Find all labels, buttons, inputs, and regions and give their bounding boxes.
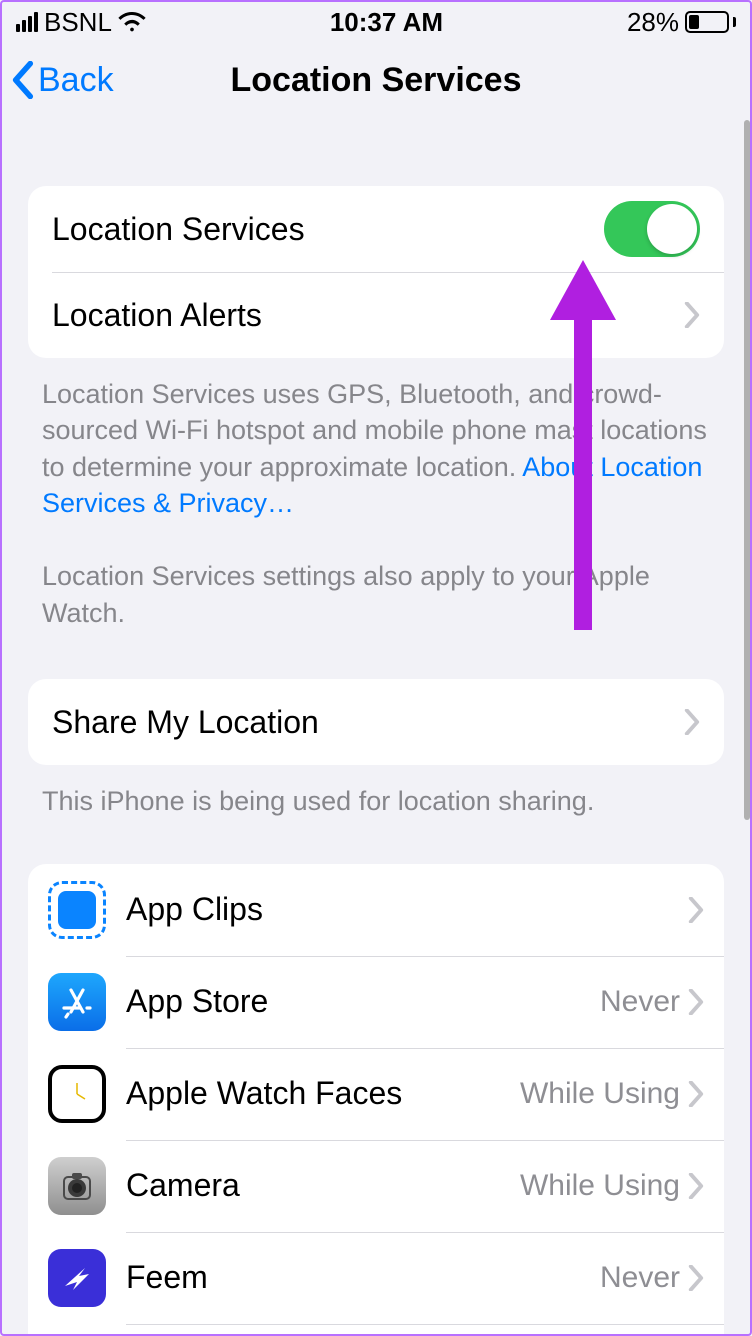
chevron-right-icon	[688, 989, 704, 1015]
wifi-icon	[118, 11, 146, 33]
app-name-label: App Store	[126, 983, 600, 1020]
scroll-indicator[interactable]	[744, 120, 750, 820]
location-services-label: Location Services	[52, 211, 604, 248]
carrier-label: BSNL	[44, 7, 112, 38]
chevron-right-icon	[684, 709, 700, 735]
app-name-label: App Clips	[126, 891, 680, 928]
chevron-right-icon	[688, 897, 704, 923]
app-row-camera[interactable]: Camera While Using	[28, 1140, 724, 1232]
app-permission-value: When Shared	[497, 1324, 680, 1336]
settings-group-share: Share My Location	[28, 679, 724, 765]
nav-bar: Back Location Services	[0, 44, 752, 116]
app-list-group: App Clips App Store Never Apple Watch Fa…	[28, 864, 724, 1336]
app-row-app-clips[interactable]: App Clips	[28, 864, 724, 956]
clock: 10:37 AM	[330, 7, 443, 38]
battery-icon	[685, 11, 736, 33]
settings-group-main: Location Services Location Alerts	[28, 186, 724, 358]
feem-icon	[48, 1249, 106, 1307]
app-row-gboard[interactable]: Gboard When Shared	[28, 1324, 724, 1336]
app-row-watch-faces[interactable]: Apple Watch Faces While Using	[28, 1048, 724, 1140]
battery-percentage: 28%	[627, 7, 679, 38]
share-footer: This iPhone is being used for location s…	[0, 765, 752, 827]
app-permission-value: While Using	[520, 1169, 680, 1203]
app-row-app-store[interactable]: App Store Never	[28, 956, 724, 1048]
location-alerts-label: Location Alerts	[52, 297, 684, 334]
chevron-right-icon	[688, 1324, 704, 1336]
app-name-label: Gboard	[126, 1324, 497, 1336]
chevron-right-icon	[688, 1081, 704, 1107]
chevron-left-icon	[12, 61, 34, 99]
share-my-location-row[interactable]: Share My Location	[28, 679, 724, 765]
apple-watch-faces-icon	[48, 1065, 106, 1123]
footer-description: Location Services uses GPS, Bluetooth, a…	[0, 358, 752, 639]
app-name-label: Camera	[126, 1167, 520, 1204]
back-button[interactable]: Back	[0, 61, 114, 100]
app-name-label: Apple Watch Faces	[126, 1075, 520, 1112]
location-services-toggle[interactable]	[604, 201, 700, 257]
app-permission-value: While Using	[520, 1077, 680, 1111]
location-services-row[interactable]: Location Services	[28, 186, 724, 272]
app-clips-icon	[48, 881, 106, 939]
status-bar: BSNL 10:37 AM 28%	[0, 0, 752, 44]
cellular-signal-icon	[16, 12, 38, 32]
app-permission-value: Never	[600, 1261, 680, 1295]
location-alerts-row[interactable]: Location Alerts	[28, 272, 724, 358]
app-permission-value: Never	[600, 985, 680, 1019]
chevron-right-icon	[688, 1173, 704, 1199]
back-label: Back	[38, 61, 114, 100]
chevron-right-icon	[684, 302, 700, 328]
share-my-location-label: Share My Location	[52, 704, 684, 741]
chevron-right-icon	[688, 1265, 704, 1291]
camera-icon	[48, 1157, 106, 1215]
app-store-icon	[48, 973, 106, 1031]
app-row-feem[interactable]: Feem Never	[28, 1232, 724, 1324]
footer-text-2: Location Services settings also apply to…	[42, 561, 650, 627]
app-name-label: Feem	[126, 1259, 600, 1296]
page-title: Location Services	[230, 61, 521, 100]
